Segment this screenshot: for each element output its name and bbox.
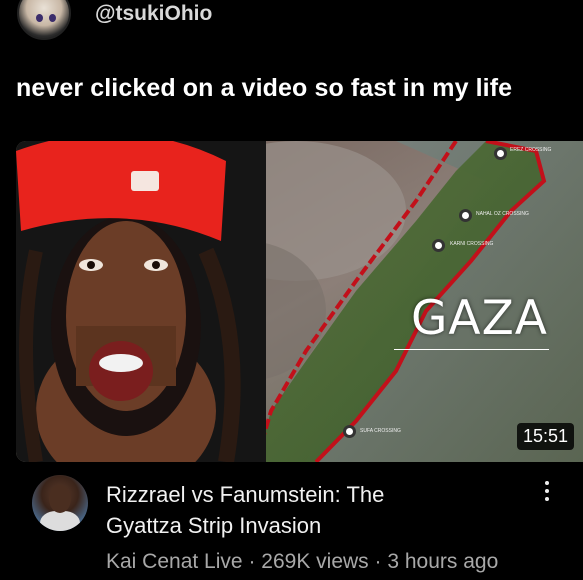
meta-separator: · — [248, 550, 256, 573]
karni-crossing-marker — [432, 239, 445, 252]
video-meta: Kai Cenat Live · 269K views · 3 hours ag… — [106, 550, 498, 574]
video-title-line: Gyattza Strip Invasion — [106, 513, 322, 538]
marker-label: NAHAL OZ CROSSING — [476, 211, 529, 217]
marker-label: KARNI CROSSING — [450, 241, 494, 247]
channel-avatar-icon[interactable] — [32, 475, 88, 531]
marker-label: EREZ CROSSING — [510, 147, 552, 153]
nahal-oz-crossing-marker — [459, 209, 472, 222]
video-title-line: Rizzrael vs Fanumstein: The — [106, 482, 385, 507]
upload-age: 3 hours ago — [387, 550, 499, 573]
post-header: @tsukiOhio — [0, 0, 583, 48]
video-duration: 15:51 — [517, 423, 575, 450]
map-label: GAZA — [411, 291, 548, 346]
avatar-face — [49, 485, 71, 513]
video-title[interactable]: Rizzrael vs Fanumstein: The Gyattza Stri… — [106, 479, 506, 541]
more-options-icon[interactable] — [541, 479, 553, 507]
avatar-eye — [49, 14, 56, 22]
view-count: 269K views — [261, 550, 369, 573]
avatar-eye — [36, 14, 43, 22]
video-thumbnail[interactable]: EREZ CROSSING NAHAL OZ CROSSING KARNI CR… — [16, 141, 583, 462]
map-label-underline — [394, 349, 549, 350]
erez-crossing-marker — [494, 147, 507, 160]
user-avatar-icon[interactable] — [17, 0, 71, 40]
post-caption: never clicked on a video so fast in my l… — [16, 74, 513, 102]
avatar-shirt — [40, 511, 80, 531]
channel-name[interactable]: Kai Cenat Live — [106, 550, 243, 573]
username[interactable]: @tsukiOhio — [95, 2, 212, 26]
sufa-crossing-marker — [343, 425, 356, 438]
meta-separator: · — [374, 550, 382, 573]
marker-label: SUFA CROSSING — [360, 428, 401, 434]
